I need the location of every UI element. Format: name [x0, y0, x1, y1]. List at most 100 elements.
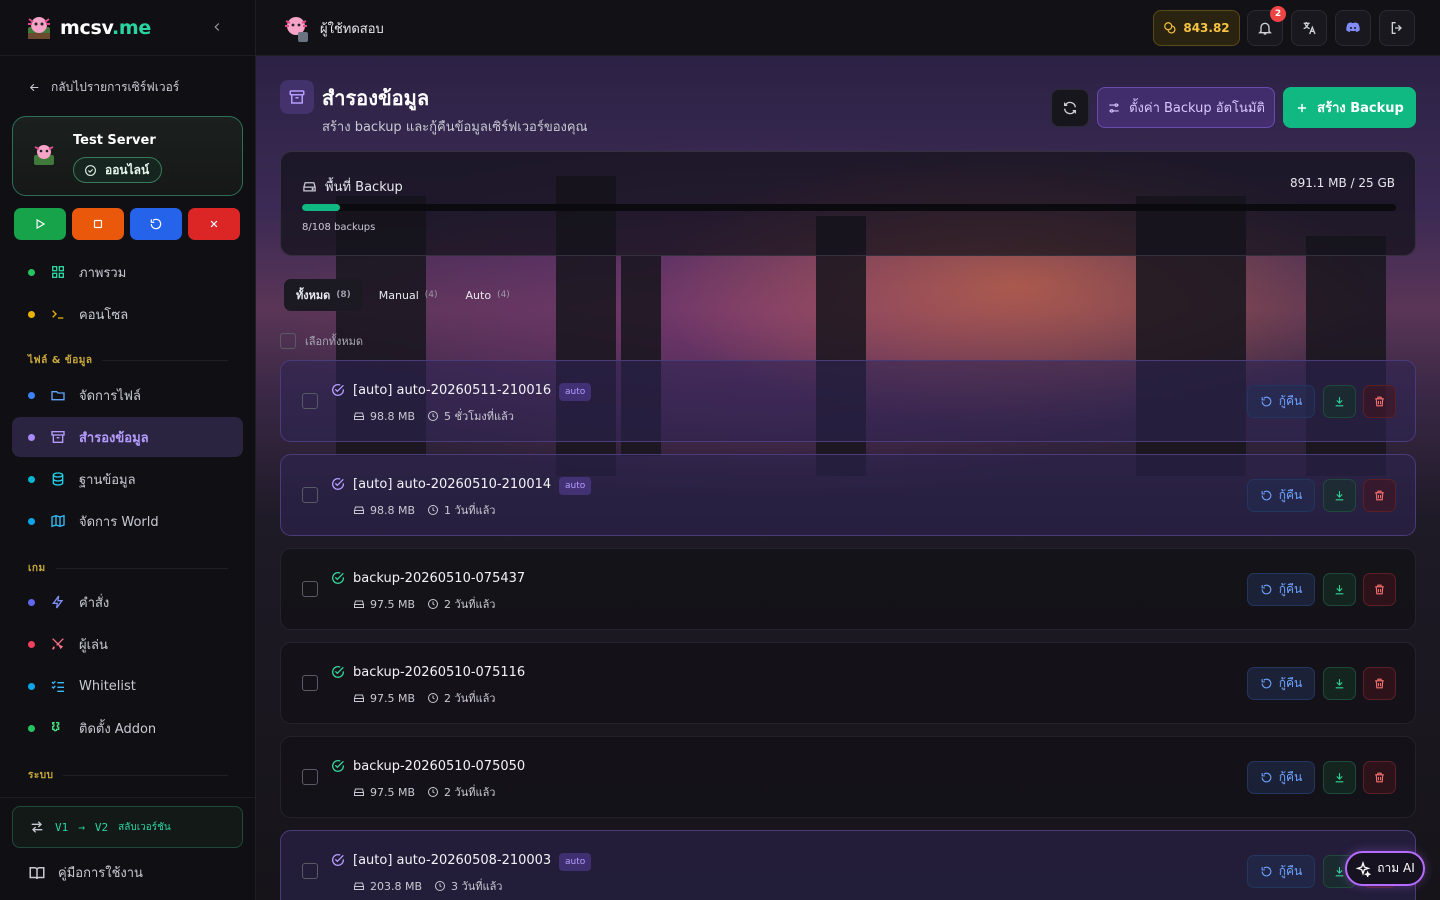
- backup-time: 5 ชั่วโมงที่แล้ว: [427, 407, 514, 425]
- delete-button[interactable]: [1363, 479, 1396, 512]
- row-checkbox[interactable]: [302, 393, 318, 409]
- language-button[interactable]: [1291, 10, 1327, 46]
- brand-logo[interactable]: mcsv.me: [24, 10, 151, 46]
- sidebar-item-world[interactable]: จัดการ World: [12, 501, 243, 541]
- map-icon: [49, 512, 67, 530]
- sidebar-item-label: สำรองข้อมูล: [79, 430, 149, 446]
- server-avatar-icon: [34, 145, 54, 165]
- tab-count: (4): [424, 290, 438, 300]
- sidebar-item-label: ติดตั้ง Addon: [79, 721, 157, 737]
- tab-label: Auto: [465, 288, 492, 302]
- ask-ai-label: ถาม AI: [1377, 861, 1415, 875]
- download-button[interactable]: [1323, 573, 1356, 606]
- nav-dot: [28, 433, 35, 441]
- section-label-files: ไฟล์ & ข้อมูล: [28, 353, 228, 368]
- kill-server-button[interactable]: [188, 208, 240, 240]
- tab-auto[interactable]: Auto (4): [454, 279, 522, 311]
- restore-button[interactable]: กู้คืน: [1247, 573, 1315, 606]
- backup-row[interactable]: [auto] auto-20260511-210016 auto 98.8 MB 5 …: [280, 360, 1416, 442]
- backup-size-text: 98.8 MB: [370, 409, 416, 423]
- trash-icon: [1375, 490, 1384, 501]
- tab-manual[interactable]: Manual (4): [367, 279, 450, 311]
- sidebar-item-overview[interactable]: ภาพรวม: [12, 252, 243, 292]
- check-circle-icon: [332, 666, 344, 678]
- delete-button[interactable]: [1363, 667, 1396, 700]
- download-button[interactable]: [1323, 385, 1356, 418]
- rotate-ccw-icon: [1261, 678, 1272, 689]
- checkbox[interactable]: [280, 333, 296, 349]
- row-checkbox[interactable]: [302, 863, 318, 879]
- refresh-button[interactable]: [1051, 89, 1089, 127]
- check-circle-icon: [332, 572, 344, 584]
- username: ผู้ใช้ทดสอบ: [320, 21, 384, 37]
- check-circle-icon: [85, 164, 96, 176]
- restore-label: กู้คืน: [1278, 582, 1303, 596]
- download-icon: [1335, 773, 1344, 783]
- refresh-icon: [1064, 101, 1076, 115]
- backup-row[interactable]: [auto] auto-20260508-210003 auto 203.8 MB 3…: [280, 830, 1416, 900]
- hard-drive-icon: [354, 694, 364, 702]
- start-server-button[interactable]: [14, 208, 66, 240]
- download-button[interactable]: [1323, 479, 1356, 512]
- delete-button[interactable]: [1363, 761, 1396, 794]
- row-checkbox[interactable]: [302, 581, 318, 597]
- collapse-sidebar-button[interactable]: [206, 16, 228, 38]
- list-check-icon: [49, 677, 67, 695]
- backup-size: 97.5 MB: [353, 692, 415, 705]
- storage-card: พื้นที่ Backup 891.1 MB / 25 GB 8/108 ba…: [280, 151, 1416, 256]
- backup-row[interactable]: backup-20260510-075437 97.5 MB 2 วันที่แล้…: [280, 548, 1416, 630]
- notifications-button[interactable]: 2: [1247, 6, 1286, 46]
- clock-icon: [435, 881, 446, 891]
- restore-button[interactable]: กู้คืน: [1247, 479, 1315, 512]
- restart-server-button[interactable]: [130, 208, 182, 240]
- back-to-servers-link[interactable]: กลับไปรายการเซิร์ฟเวอร์: [28, 78, 179, 97]
- main-content: สำรองข้อมูล สร้าง backup และกู้คืนข้อมูล…: [256, 56, 1440, 900]
- backup-row[interactable]: backup-20260510-075116 97.5 MB 2 วันที่แล้…: [280, 642, 1416, 724]
- version-switch-button[interactable]: V1 → V2 สลับเวอร์ชัน: [12, 806, 243, 848]
- sidebar-item-backup[interactable]: สำรองข้อมูล: [12, 417, 243, 457]
- notification-badge: 2: [1270, 6, 1286, 22]
- sidebar-item-addon[interactable]: ติดตั้ง Addon: [12, 708, 243, 748]
- backup-time: 2 วันที่แล้ว: [427, 689, 495, 707]
- backup-size: 97.5 MB: [353, 786, 415, 799]
- sidebar-item-commands[interactable]: คำสั่ง: [12, 582, 243, 622]
- delete-button[interactable]: [1363, 385, 1396, 418]
- download-button[interactable]: [1323, 667, 1356, 700]
- discord-button[interactable]: [1335, 10, 1371, 46]
- delete-button[interactable]: [1363, 573, 1396, 606]
- download-button[interactable]: [1323, 761, 1356, 794]
- sidebar-item-players[interactable]: ผู้เล่น: [12, 624, 243, 664]
- ask-ai-button[interactable]: ถาม AI: [1345, 851, 1425, 886]
- user-profile[interactable]: ผู้ใช้ทดสอบ: [280, 12, 384, 44]
- coin-balance-button[interactable]: 843.82: [1153, 10, 1240, 46]
- restore-button[interactable]: กู้คืน: [1247, 667, 1315, 700]
- puzzle-icon: [49, 719, 67, 737]
- swords-icon: [49, 635, 67, 653]
- restore-button[interactable]: กู้คืน: [1247, 385, 1315, 418]
- section-game-text: เกม: [28, 563, 46, 574]
- row-checkbox[interactable]: [302, 487, 318, 503]
- stop-server-button[interactable]: [72, 208, 124, 240]
- restore-button[interactable]: กู้คืน: [1247, 761, 1315, 794]
- backup-time-text: 5 ชั่วโมงที่แล้ว: [444, 410, 514, 423]
- tab-all[interactable]: ทั้งหมด (8): [284, 279, 363, 311]
- manual-link[interactable]: คู่มือการใช้งาน: [28, 862, 143, 883]
- server-card[interactable]: Test Server ออนไลน์: [12, 116, 243, 196]
- backup-row[interactable]: backup-20260510-075050 97.5 MB 2 วันที่แล้…: [280, 736, 1416, 818]
- restore-button[interactable]: กู้คืน: [1247, 855, 1315, 888]
- sidebar-item-whitelist[interactable]: Whitelist: [12, 666, 243, 706]
- hard-drive-icon: [354, 412, 364, 420]
- sidebar-item-files[interactable]: จัดการไฟล์: [12, 375, 243, 415]
- sidebar-item-console[interactable]: คอนโซล: [12, 294, 243, 334]
- create-backup-button[interactable]: สร้าง Backup: [1283, 87, 1416, 128]
- row-checkbox[interactable]: [302, 675, 318, 691]
- logout-button[interactable]: [1379, 10, 1415, 46]
- select-all-checkbox[interactable]: เลือกทั้งหมด: [280, 332, 363, 350]
- row-checkbox[interactable]: [302, 769, 318, 785]
- download-icon: [1335, 585, 1344, 595]
- auto-backup-settings-button[interactable]: ตั้งค่า Backup อัตโนมัติ: [1097, 87, 1275, 128]
- auto-badge: auto: [559, 383, 592, 401]
- sidebar-item-database[interactable]: ฐานข้อมูล: [12, 459, 243, 499]
- server-status-text: ออนไลน์: [105, 162, 150, 177]
- backup-row[interactable]: [auto] auto-20260510-210014 auto 98.8 MB 1 …: [280, 454, 1416, 536]
